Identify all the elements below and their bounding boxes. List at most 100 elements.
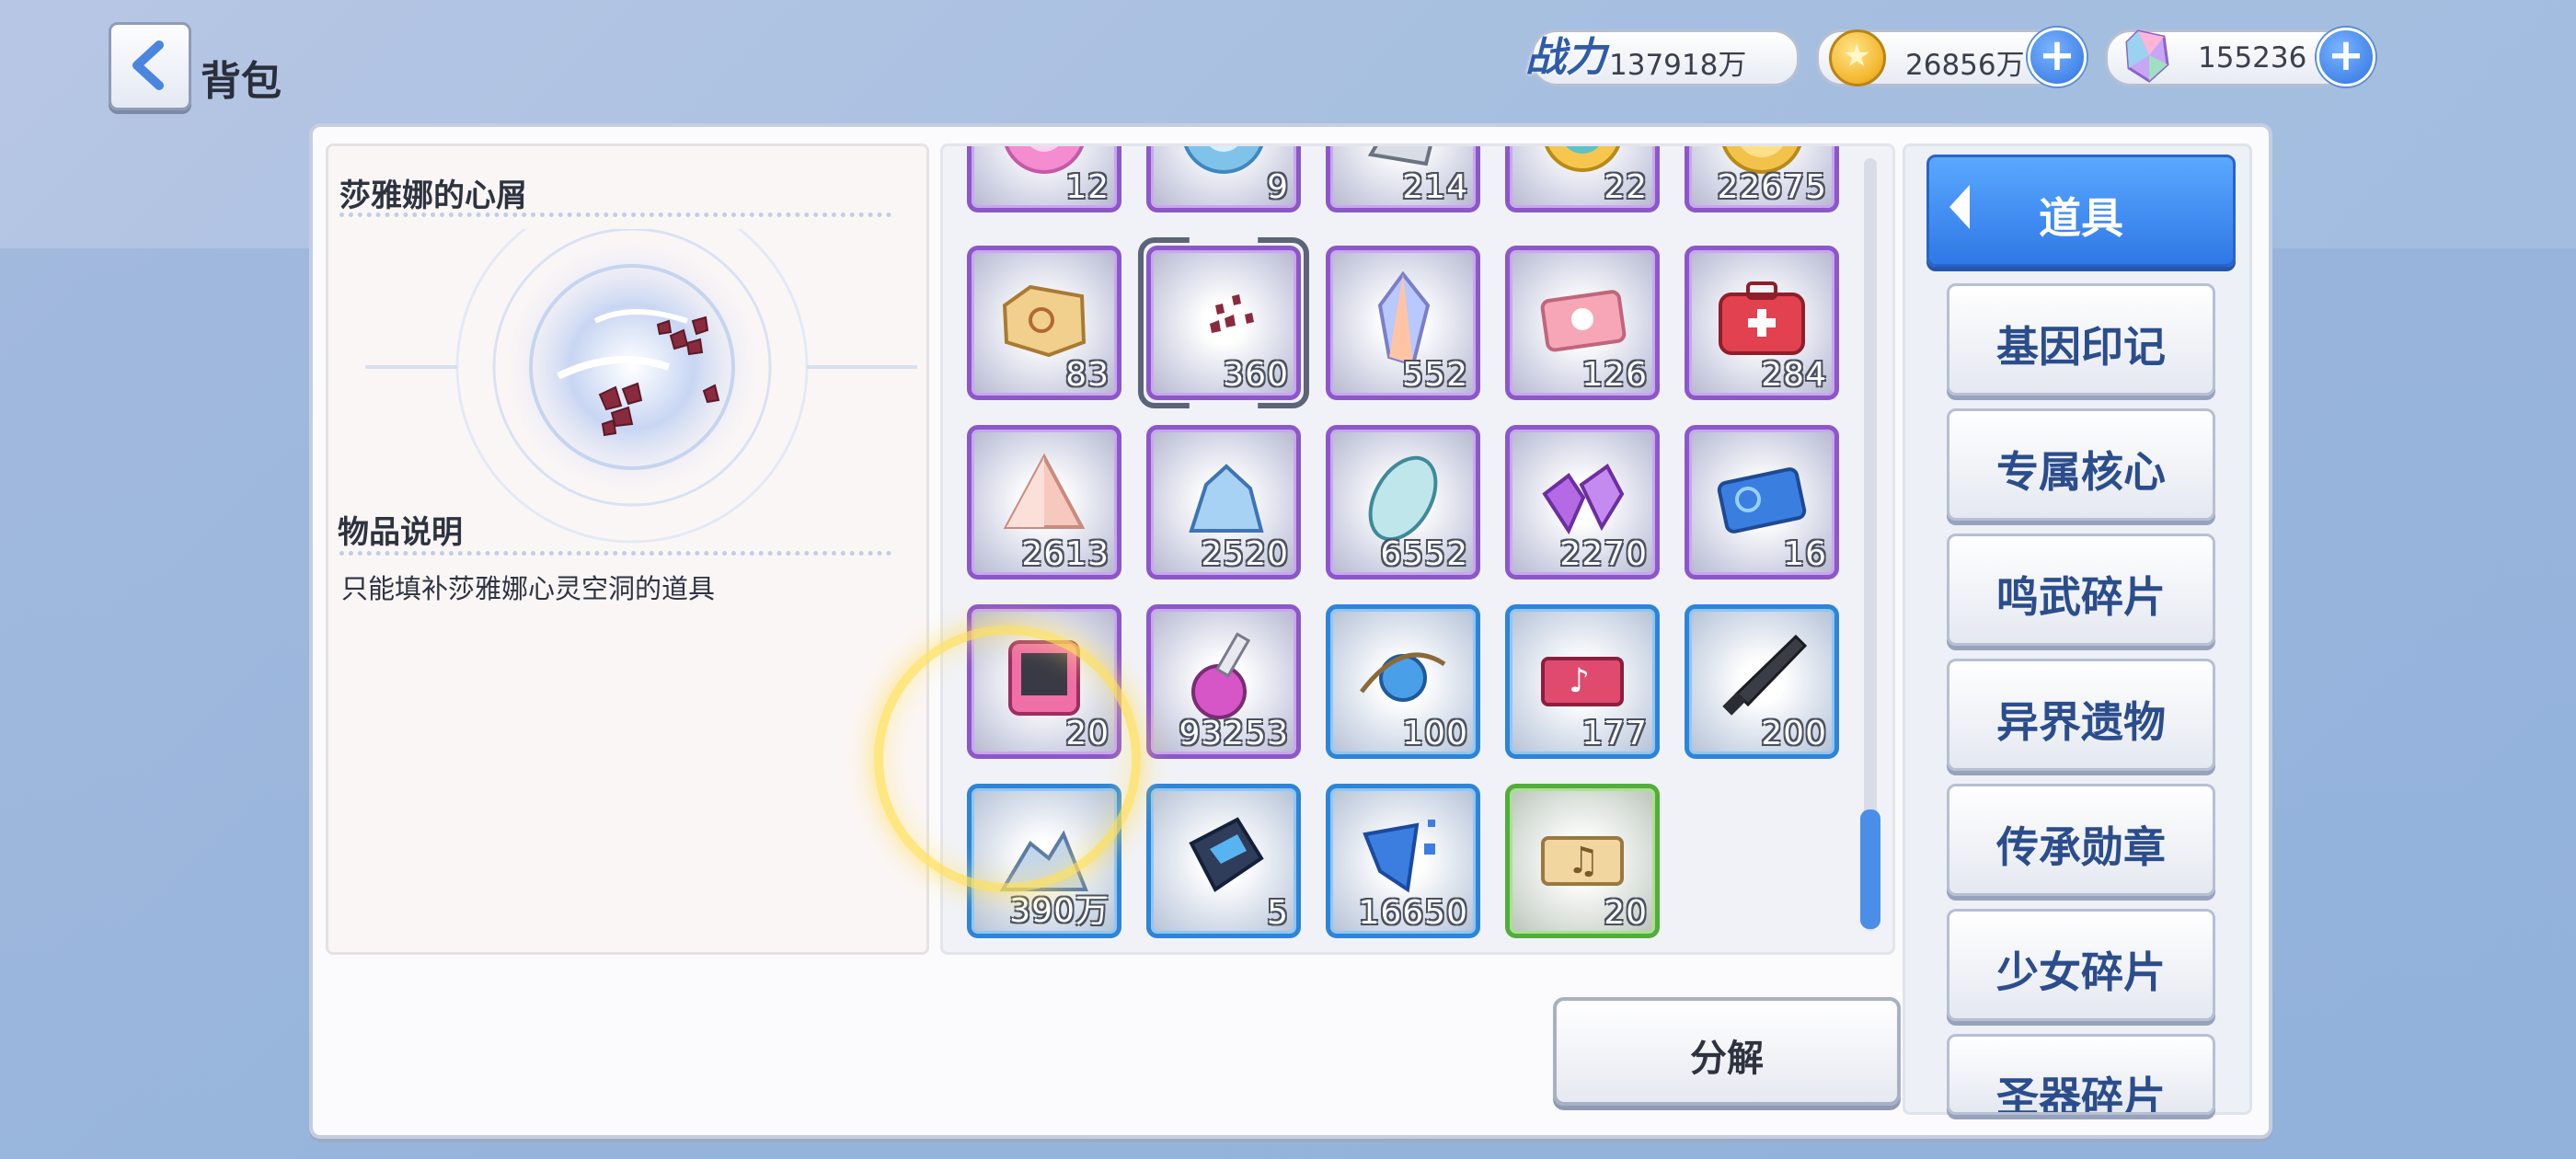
blue-shard-icon <box>1363 820 1435 893</box>
item-slot[interactable]: 93253 <box>1146 604 1301 759</box>
item-slot[interactable]: 284 <box>1685 246 1839 400</box>
gold-value: 26856万 <box>1905 49 2025 82</box>
item-count: 126 <box>1581 356 1648 394</box>
ice-crystal-icon <box>1189 464 1264 533</box>
item-description: 只能填补莎雅娜心灵空洞的道具 <box>341 573 716 604</box>
item-slot[interactable]: ♫ 20 <box>1505 784 1660 938</box>
power-value: 137918万 <box>1609 49 1747 82</box>
pink-monitor-icon <box>1008 640 1080 716</box>
item-slot[interactable]: 22675 <box>1685 146 1839 212</box>
gem-icon <box>2125 29 2169 83</box>
blue-orb-icon <box>1183 146 1264 174</box>
category-tab[interactable]: 基因印记 <box>1947 283 2215 396</box>
item-slot[interactable]: 2520 <box>1146 425 1301 580</box>
item-count: 214 <box>1402 168 1468 206</box>
item-count: 6552 <box>1380 535 1468 573</box>
category-active-label: 道具 <box>2039 193 2123 243</box>
treasure-map-icon <box>1002 284 1087 358</box>
item-slot[interactable]: 16650 <box>1326 784 1480 938</box>
category-tab[interactable]: 圣器碎片 <box>1947 1034 2215 1115</box>
item-slot[interactable]: 100 <box>1326 604 1480 759</box>
category-label: 鸣武碎片 <box>1996 572 2166 622</box>
item-count: 22 <box>1604 168 1648 206</box>
item-slot[interactable]: 83 <box>967 246 1121 400</box>
potion-flask-icon <box>1191 632 1251 719</box>
item-count: 2613 <box>1021 535 1110 573</box>
back-button[interactable] <box>109 22 191 110</box>
item-detail-panel: 莎雅娜的心屑 物品说明 只能填补莎雅娜心灵空洞的道具 <box>326 143 929 955</box>
category-tab[interactable]: 异界遗物 <box>1947 659 2215 771</box>
item-name: 莎雅娜的心屑 <box>339 178 527 214</box>
item-slot[interactable]: 2613 <box>967 425 1121 580</box>
item-count: 12 <box>1065 168 1110 206</box>
item-count: 16650 <box>1358 894 1468 932</box>
item-slot[interactable]: 200 <box>1685 604 1839 759</box>
item-count: 390万 <box>1009 892 1110 930</box>
memory-chip-icon <box>1189 817 1264 892</box>
item-slot[interactable]: 390万 <box>967 784 1121 938</box>
item-slot[interactable]: 22 <box>1505 146 1660 212</box>
category-tab[interactable]: 传承勋章 <box>1947 784 2215 896</box>
svg-text:♫: ♫ <box>1567 840 1600 882</box>
item-slot-selected[interactable]: 360 <box>1146 246 1301 400</box>
item-slot[interactable]: 552 <box>1326 246 1480 400</box>
category-label: 少女碎片 <box>1996 947 2166 997</box>
item-slot[interactable]: 2270 <box>1505 425 1660 580</box>
chevron-left-icon <box>132 40 164 90</box>
pink-ticket-icon <box>1540 290 1627 352</box>
knife-icon <box>1722 634 1808 716</box>
feather-icon <box>1368 455 1438 542</box>
decompose-button[interactable]: 分解 <box>1553 997 1901 1106</box>
item-count: 360 <box>1223 356 1289 394</box>
item-count: 9 <box>1267 168 1289 206</box>
item-count: 83 <box>1065 356 1110 394</box>
purple-crystal-icon <box>1542 464 1625 535</box>
divider <box>339 212 891 217</box>
svg-text:♪: ♪ <box>1569 662 1590 700</box>
item-count: 16 <box>1783 535 1827 573</box>
item-count: 100 <box>1402 715 1468 752</box>
item-count: 552 <box>1402 356 1468 394</box>
item-slot[interactable]: 12 <box>967 146 1121 212</box>
gold-coin-icon: ★ <box>1829 29 1886 86</box>
divider <box>339 551 891 556</box>
add-gem-button[interactable]: + <box>2317 28 2375 86</box>
category-label: 基因印记 <box>1996 322 2166 372</box>
item-slot[interactable]: 126 <box>1505 246 1660 400</box>
grid-scrollbar-thumb[interactable] <box>1860 809 1880 929</box>
category-tab[interactable]: 鸣武碎片 <box>1947 534 2215 646</box>
item-slot[interactable]: 214 <box>1326 146 1480 212</box>
category-tab[interactable]: 少女碎片 <box>1947 909 2215 1021</box>
pink-pyramid-icon <box>1003 453 1086 529</box>
page-title: 背包 <box>201 58 282 105</box>
item-count: 2270 <box>1559 535 1648 573</box>
category-label: 异界遗物 <box>1996 697 2166 747</box>
item-count: 200 <box>1761 715 1827 752</box>
item-slot[interactable]: 20 <box>967 604 1121 759</box>
item-slot[interactable]: ♪ 177 <box>1505 604 1660 759</box>
category-tab-active[interactable]: 道具 <box>1926 155 2236 267</box>
gem-value: 155236 <box>2198 41 2307 75</box>
blue-card-icon <box>1717 467 1807 534</box>
item-count: 284 <box>1761 356 1827 394</box>
item-count: 2520 <box>1201 535 1289 573</box>
category-tab[interactable]: 专属核心 <box>1947 408 2215 521</box>
description-title: 物品说明 <box>338 514 463 551</box>
item-count: 5 <box>1267 894 1289 932</box>
item-slot[interactable]: 5 <box>1146 784 1301 938</box>
first-aid-kit-icon <box>1719 281 1805 355</box>
item-slot[interactable]: 9 <box>1146 146 1301 212</box>
category-label: 传承勋章 <box>1996 822 2166 872</box>
item-slot[interactable]: 16 <box>1685 425 1839 580</box>
decompose-label: 分解 <box>1690 1038 1764 1080</box>
item-slot[interactable]: 6552 <box>1326 425 1480 580</box>
category-label: 圣器碎片 <box>1996 1073 2166 1115</box>
item-grid: 12 9 214 22 22675 83 360 552 126 284 261… <box>940 143 1895 955</box>
add-gold-button[interactable]: + <box>2028 28 2087 86</box>
music-keyboard-icon: ♪ <box>1541 657 1624 706</box>
item-count: 22675 <box>1717 168 1827 206</box>
heart-shards-icon <box>1210 294 1254 333</box>
bow-orb-icon <box>1360 652 1446 702</box>
category-label: 专属核心 <box>1996 447 2166 497</box>
rainbow-crystal-icon <box>1377 270 1431 367</box>
